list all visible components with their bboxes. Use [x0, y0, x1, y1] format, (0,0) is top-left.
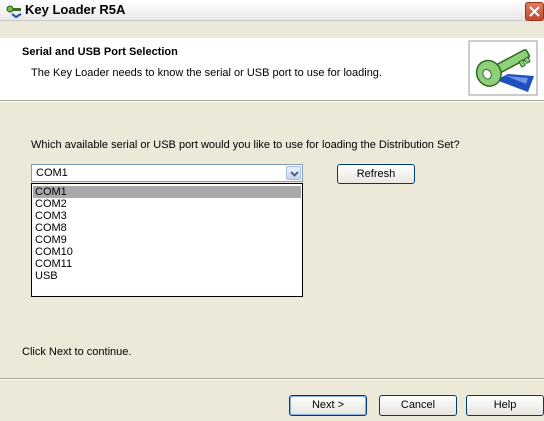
port-combobox-value: COM1: [36, 167, 68, 179]
footer-divider: [0, 378, 544, 380]
page-description: The Key Loader needs to know the serial …: [31, 67, 382, 79]
port-option-com1[interactable]: COM1: [33, 186, 301, 198]
port-option-com2[interactable]: COM2: [33, 198, 301, 210]
page-title: Serial and USB Port Selection: [22, 46, 178, 58]
port-option-com11[interactable]: COM11: [33, 258, 301, 270]
port-option-com8[interactable]: COM8: [33, 222, 301, 234]
port-option-com9[interactable]: COM9: [33, 234, 301, 246]
key-loader-app-icon: [6, 5, 22, 18]
port-option-com10[interactable]: COM10: [33, 246, 301, 258]
port-question: Which available serial or USB port would…: [31, 139, 460, 151]
window-title: Key Loader R5A: [25, 2, 126, 17]
cancel-button[interactable]: Cancel: [379, 395, 457, 416]
combobox-dropdown-button[interactable]: [286, 166, 301, 180]
help-button[interactable]: Help: [466, 395, 544, 416]
port-option-usb[interactable]: USB: [33, 270, 301, 282]
key-loader-window: Key Loader R5A Serial and USB Port Selec…: [0, 0, 544, 421]
title-bar[interactable]: Key Loader R5A: [0, 0, 544, 21]
next-button[interactable]: Next >: [289, 395, 367, 416]
header-divider: [0, 100, 544, 102]
chevron-down-icon: [290, 171, 299, 177]
port-dropdown-list[interactable]: COM1 COM2 COM3 COM8 COM9 COM10 COM11 USB: [31, 183, 303, 297]
continue-instruction: Click Next to continue.: [22, 346, 132, 358]
port-option-com3[interactable]: COM3: [33, 210, 301, 222]
key-icon: [468, 40, 538, 96]
close-icon: [529, 6, 540, 17]
refresh-button[interactable]: Refresh: [337, 164, 415, 184]
wizard-header: Serial and USB Port Selection The Key Lo…: [0, 38, 544, 100]
close-button[interactable]: [525, 2, 544, 21]
port-combobox[interactable]: COM1: [31, 164, 303, 182]
